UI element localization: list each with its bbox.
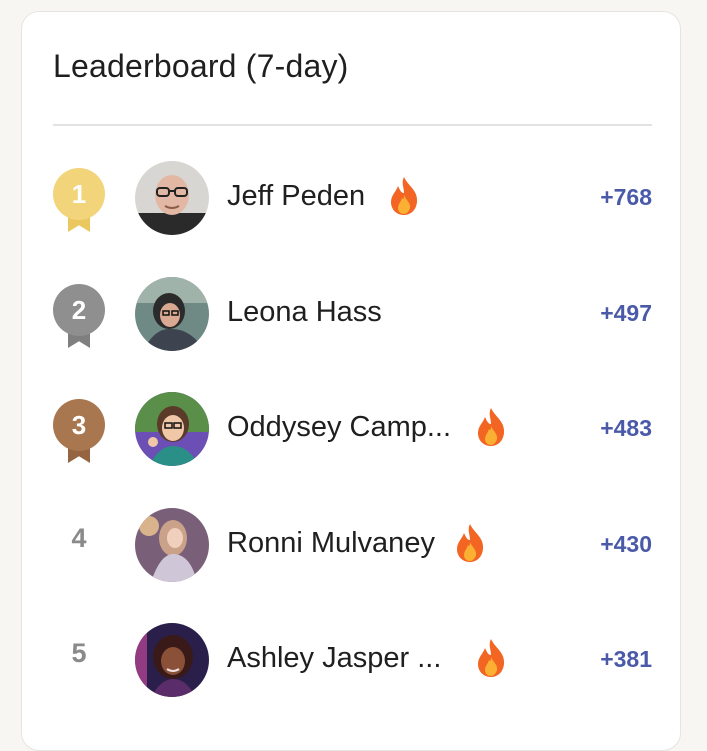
rank-medal-silver: 2 — [53, 284, 105, 348]
user-name[interactable]: Ashley Jasper ... — [227, 642, 441, 675]
user-name[interactable]: Ronni Mulvaney — [227, 527, 435, 560]
user-name[interactable]: Leona Hass — [227, 296, 382, 329]
rank-medal-gold: 1 — [53, 168, 105, 232]
avatar[interactable] — [135, 392, 209, 466]
rank-number: 5 — [71, 638, 87, 668]
avatar[interactable] — [135, 623, 209, 697]
rank-number: 4 — [71, 523, 87, 553]
user-name[interactable]: Oddysey Camp... — [227, 411, 451, 444]
leaderboard-card: Leaderboard (7-day) 1 Jeff Peden +768 2 … — [21, 11, 681, 751]
rank-number: 1 — [53, 168, 105, 220]
fire-icon — [387, 176, 421, 216]
score-value: +497 — [600, 300, 652, 326]
score-value: +430 — [600, 531, 652, 557]
leaderboard-title: Leaderboard (7-day) — [53, 48, 349, 84]
leaderboard-row[interactable]: 2 Leona Hass +497 — [22, 274, 682, 354]
user-name[interactable]: Jeff Peden — [227, 180, 365, 213]
rank-plain: 5 — [53, 630, 105, 690]
score-value: +483 — [600, 415, 652, 441]
leaderboard-row[interactable]: 4 Ronni Mulvaney +430 — [22, 505, 682, 585]
leaderboard-row[interactable]: 1 Jeff Peden +768 — [22, 158, 682, 238]
title-divider — [53, 124, 652, 126]
rank-number: 3 — [53, 399, 105, 451]
rank-plain: 4 — [53, 515, 105, 575]
leaderboard-row[interactable]: 5 Ashley Jasper ... +381 — [22, 620, 682, 700]
score-value: +381 — [600, 646, 652, 672]
leaderboard-row[interactable]: 3 Oddysey Camp... +483 — [22, 389, 682, 469]
fire-icon — [474, 407, 508, 447]
avatar[interactable] — [135, 508, 209, 582]
fire-icon — [453, 523, 487, 563]
score-value: +768 — [600, 184, 652, 210]
avatar[interactable] — [135, 161, 209, 235]
avatar[interactable] — [135, 277, 209, 351]
rank-number: 2 — [53, 284, 105, 336]
rank-medal-bronze: 3 — [53, 399, 105, 463]
fire-icon — [474, 638, 508, 678]
